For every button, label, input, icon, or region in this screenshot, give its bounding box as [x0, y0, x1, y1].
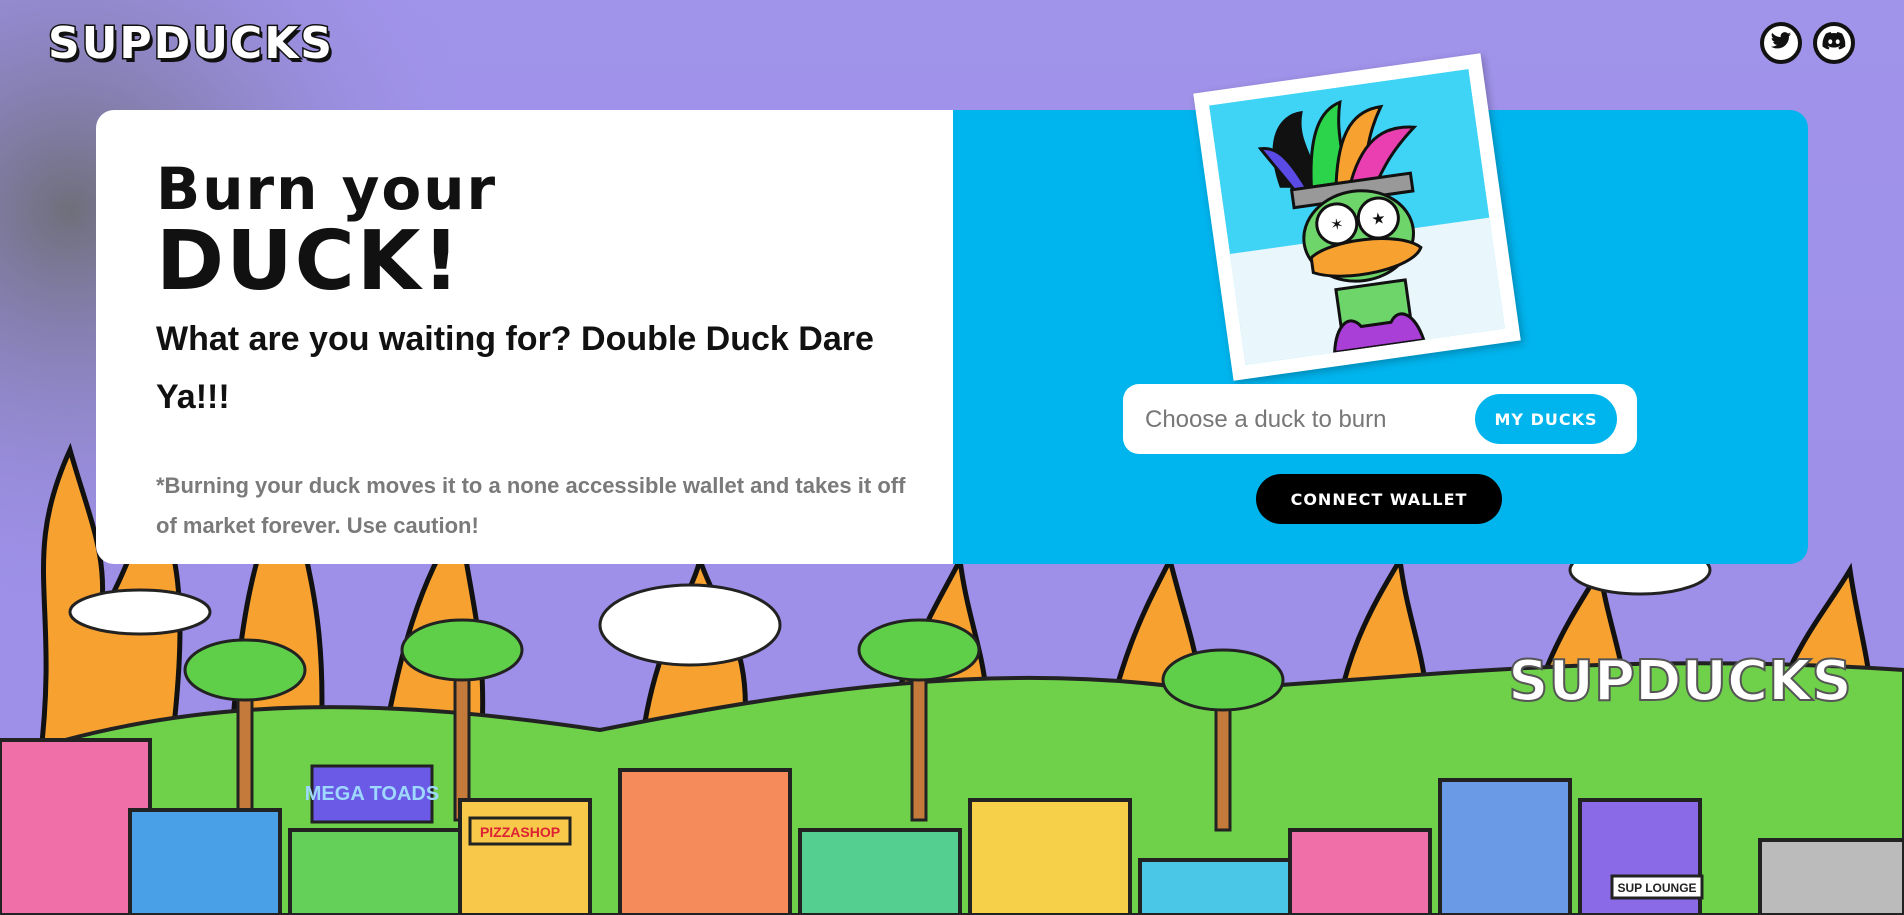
my-ducks-button[interactable]: MY DUCKS: [1475, 394, 1617, 444]
burn-info-panel: Burn your DUCK! What are you waiting for…: [96, 110, 953, 564]
sign-pizzashop: PIZZASHOP: [480, 824, 560, 840]
choose-duck-input[interactable]: [1143, 398, 1447, 442]
burn-card: Burn your DUCK! What are you waiting for…: [96, 110, 1808, 564]
sign-mega-toads: MEGA TOADS: [305, 783, 439, 805]
sign-sup-lounge: SUP LOUNGE: [1617, 881, 1696, 895]
site-logo[interactable]: SUPDUCKS: [47, 17, 334, 71]
page-subtitle: What are you waiting for? Double Duck Da…: [156, 320, 874, 416]
duck-picker: MY DUCKS: [1123, 384, 1637, 454]
page-title-line1: Burn your: [156, 155, 498, 223]
connect-wallet-button[interactable]: CONNECT WALLET: [1256, 474, 1502, 524]
sign-supducks: SUPDUCKS: [1508, 649, 1852, 714]
svg-text:✶: ✶: [1329, 214, 1345, 235]
twitter-button[interactable]: [1760, 22, 1802, 64]
twitter-icon: [1770, 31, 1792, 56]
top-bar: SUPDUCKS: [0, 0, 1904, 90]
discord-button[interactable]: [1813, 22, 1855, 64]
burn-warning-note: *Burning your duck moves it to a none ac…: [156, 473, 906, 538]
discord-icon: [1822, 31, 1846, 55]
svg-text:★: ★: [1370, 208, 1387, 229]
page-title-line2: DUCK!: [156, 214, 462, 309]
duck-image: ✶ ★: [1193, 53, 1521, 381]
